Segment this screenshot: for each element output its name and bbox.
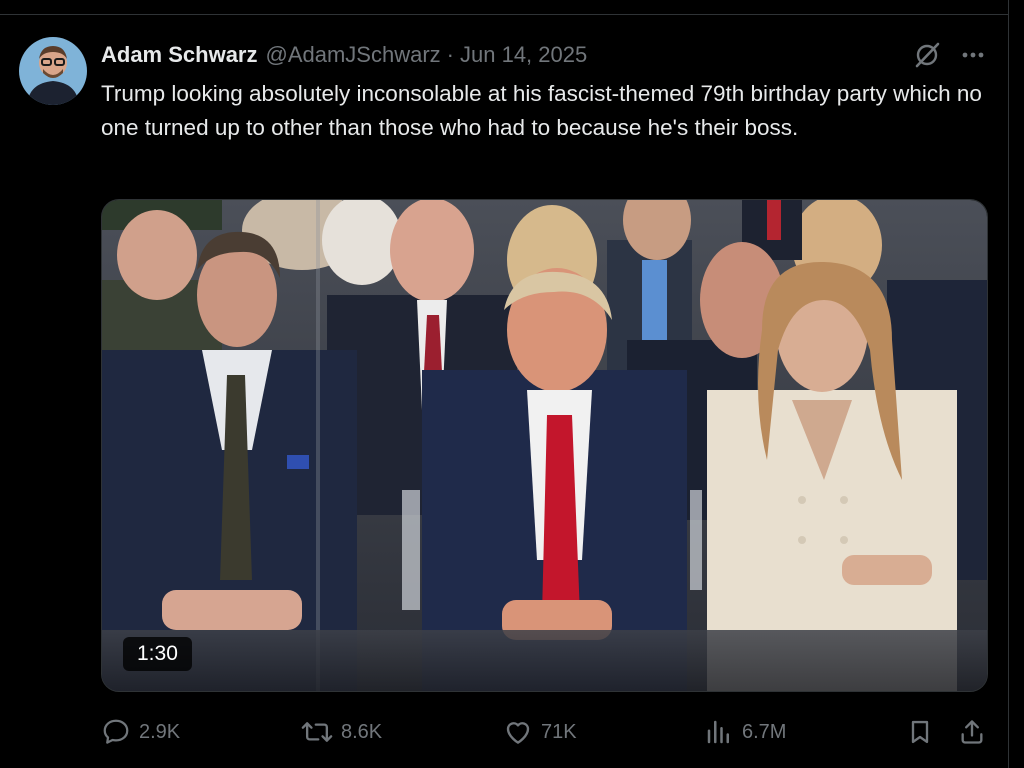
bookmark-icon <box>911 720 929 744</box>
author-handle[interactable]: @AdamJSchwarz <box>266 42 441 68</box>
more-button[interactable] <box>954 36 992 74</box>
grok-icon <box>915 42 940 68</box>
tweet-header: Adam Schwarz @AdamJSchwarz · Jun 14, 202… <box>101 40 587 70</box>
post-date[interactable]: Jun 14, 2025 <box>460 42 587 68</box>
tweet-text: Trump looking absolutely inconsolable at… <box>101 81 982 140</box>
top-divider <box>0 14 1008 15</box>
reply-count: 2.9K <box>139 720 181 743</box>
repost-icon <box>301 722 333 742</box>
share-icon <box>961 720 983 744</box>
views-icon <box>707 720 729 744</box>
like-icon <box>506 722 530 744</box>
video-thumbnail <box>102 200 987 691</box>
reply-button[interactable]: 2.9K <box>101 712 180 752</box>
column-divider <box>1008 0 1009 768</box>
views-count: 6.7M <box>742 720 787 743</box>
reply-icon <box>103 719 129 744</box>
views-button[interactable]: 6.7M <box>704 712 786 752</box>
video-player[interactable] <box>101 199 988 692</box>
more-icon <box>962 52 984 58</box>
like-button[interactable]: 71K <box>503 712 577 752</box>
grok-button[interactable] <box>908 36 946 74</box>
avatar-image <box>19 37 87 105</box>
repost-button[interactable]: 8.6K <box>301 712 382 752</box>
header-separator: · <box>446 42 454 67</box>
repost-count: 8.6K <box>341 720 383 743</box>
video-duration: 1:30 <box>123 637 192 671</box>
author-display-name[interactable]: Adam Schwarz <box>101 42 258 68</box>
avatar[interactable] <box>19 37 87 105</box>
like-count: 71K <box>541 720 577 743</box>
bookmark-button[interactable] <box>901 712 939 752</box>
share-button[interactable] <box>953 712 991 752</box>
